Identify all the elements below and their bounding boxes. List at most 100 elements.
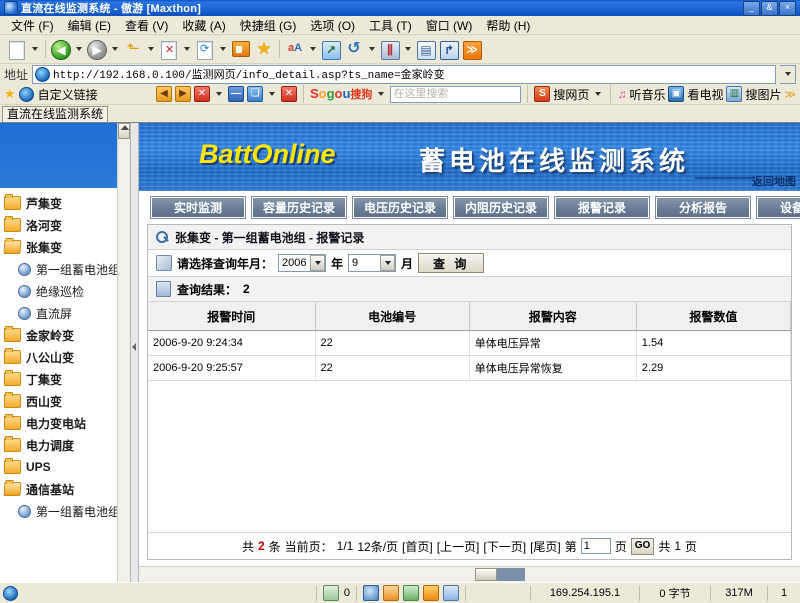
custom-links-label[interactable]: 自定义链接 [38, 86, 98, 103]
sidebar-item-bagongshanbian[interactable]: 八公山变 [4, 346, 130, 368]
home-button[interactable] [230, 37, 252, 61]
tab-device-params[interactable]: 设备参数 [757, 197, 800, 218]
minimize-button[interactable]: _ [743, 1, 760, 16]
back-to-map-link[interactable]: 返回地图 [752, 173, 796, 189]
minimize-tab-icon[interactable]: — [228, 86, 244, 102]
undo-dropdown-icon[interactable] [369, 47, 375, 51]
scrollbar-track[interactable] [139, 568, 800, 581]
listen-music-button[interactable]: 听音乐 [629, 86, 665, 103]
tab-alarm-records[interactable]: 报警记录 [555, 197, 649, 218]
search-image-button[interactable]: 搜图片 [745, 86, 781, 103]
menu-item-edit[interactable]: 编辑 (E) [61, 16, 118, 35]
next-page-link[interactable]: [下一页] [483, 538, 526, 555]
search-web-button[interactable]: 搜网页 [553, 86, 589, 103]
table-row[interactable]: 2006-9-20 9:24:34 22 单体电压异常 1.54 [148, 331, 791, 356]
chevron-down-icon[interactable] [380, 255, 395, 271]
menu-item-window[interactable]: 窗口 (W) [419, 16, 480, 35]
sidebar-item-insulation-patrol[interactable]: 绝缘巡检 [4, 280, 130, 302]
month-select[interactable]: 9 [348, 254, 396, 272]
go-button[interactable]: GO [631, 538, 655, 555]
new-page-dropdown-icon[interactable] [32, 47, 38, 51]
menu-item-favorites[interactable]: 收藏 (A) [175, 16, 232, 35]
table-row[interactable]: 2006-9-20 9:25:57 22 单体电压异常恢复 2.29 [148, 356, 791, 381]
more-tools-icon[interactable]: ≫ [784, 88, 796, 101]
up-button[interactable]: ⬑ [122, 37, 144, 61]
sidebar-item-battery-group-1-b[interactable]: 第一组蓄电池组 [4, 500, 130, 522]
close-tab-icon[interactable]: ✕ [194, 86, 210, 102]
reader-button[interactable]: ▤ [415, 37, 437, 61]
first-page-link[interactable]: [首页] [402, 538, 433, 555]
tab-resistance-history[interactable]: 内阻历史记录 [454, 197, 548, 218]
external-open-button[interactable]: ↱ [438, 37, 460, 61]
year-select[interactable]: 2006 [278, 254, 326, 272]
sogou-logo[interactable]: Sogou搜狗 [310, 86, 372, 102]
menu-item-help[interactable]: 帮助 (H) [479, 16, 537, 35]
menu-item-view[interactable]: 查看 (V) [118, 16, 175, 35]
close-button[interactable]: × [779, 1, 796, 16]
scrollbar-thumb[interactable] [475, 568, 497, 581]
restore-button[interactable]: & [761, 1, 778, 16]
tools-dropdown-icon[interactable] [405, 47, 411, 51]
forward-button[interactable]: ▶ [86, 37, 108, 61]
chevron-down-icon[interactable] [310, 255, 325, 271]
nav-forward-small-icon[interactable]: ▶ [175, 86, 191, 102]
menu-item-group[interactable]: 快捷组 (G) [233, 16, 304, 35]
query-submit-button[interactable]: 查 询 [418, 253, 484, 273]
stop-dropdown-icon[interactable] [184, 47, 190, 51]
stop-button[interactable]: ✕ [158, 37, 180, 61]
page-horizontal-scrollbar[interactable] [139, 566, 800, 582]
restore-tab-dropdown-icon[interactable] [269, 92, 275, 96]
translate-button[interactable]: aA [284, 37, 306, 61]
new-page-button[interactable] [6, 37, 28, 61]
sidebar-item-luohebian[interactable]: 洛河变 [4, 214, 130, 236]
menu-item-file[interactable]: 文件 (F) [4, 16, 61, 35]
sidebar-item-comm-base-station[interactable]: 通信基站 [4, 478, 130, 500]
up-dropdown-icon[interactable] [148, 47, 154, 51]
tab-capacity-history[interactable]: 容量历史记录 [252, 197, 346, 218]
close-tab-dropdown-icon[interactable] [216, 92, 222, 96]
sidebar-item-dc-panel[interactable]: 直流屏 [4, 302, 130, 324]
rss-button[interactable]: ≫ [461, 37, 483, 61]
sidebar-item-battery-group-1[interactable]: 第一组蓄电池组 [4, 258, 130, 280]
nav-back-small-icon[interactable]: ◀ [156, 86, 172, 102]
menu-item-tools[interactable]: 工具 (T) [362, 16, 419, 35]
back-dropdown-icon[interactable] [76, 47, 82, 51]
last-page-link[interactable]: [尾页] [530, 538, 561, 555]
favorites-button[interactable]: ★ [253, 37, 275, 61]
sidebar-item-power-dispatch[interactable]: 电力调度 [4, 434, 130, 456]
sidebar-item-zhangjibian[interactable]: 张集变 [4, 236, 130, 258]
sidebar-item-dingjibian[interactable]: 丁集变 [4, 368, 130, 390]
sidebar-item-jinjialingbian[interactable]: 金家岭变 [4, 324, 130, 346]
screen-capture-button[interactable]: ↗ [320, 37, 342, 61]
sogou-dropdown-icon[interactable] [378, 92, 384, 96]
tab-voltage-history[interactable]: 电压历史记录 [353, 197, 447, 218]
watch-tv-button[interactable]: 看电视 [687, 86, 723, 103]
favorites-star-small-icon[interactable]: ★ [4, 86, 16, 102]
forward-dropdown-icon[interactable] [112, 47, 118, 51]
prev-page-link[interactable]: [上一页] [437, 538, 480, 555]
restore-tab-icon[interactable]: ❏ [247, 86, 263, 102]
sidebar-item-xishanbian[interactable]: 西山变 [4, 390, 130, 412]
panel-splitter[interactable] [131, 123, 139, 582]
sidebar-item-power-substation[interactable]: 电力变电站 [4, 412, 130, 434]
address-dropdown-button[interactable] [780, 65, 796, 84]
translate-dropdown-icon[interactable] [310, 47, 316, 51]
search-input[interactable]: 在这里搜索 [390, 86, 521, 103]
sidebar-item-ups[interactable]: UPS [4, 456, 130, 478]
back-button[interactable]: ◀ [50, 37, 72, 61]
page-number-input[interactable]: 1 [581, 538, 611, 554]
close-all-icon[interactable]: ✕ [281, 86, 297, 102]
refresh-button[interactable]: ⟳ [194, 37, 216, 61]
tab-realtime-monitor[interactable]: 实时监测 [151, 197, 245, 218]
address-input[interactable]: http://192.168.0.100/监测网页/info_detail.as… [32, 65, 776, 84]
sidebar-scrollbar[interactable] [117, 123, 130, 582]
sidebar-scrollbar-thumb[interactable] [118, 123, 130, 139]
browser-tab-0[interactable]: 直流在线监测系统 [2, 106, 108, 122]
refresh-dropdown-icon[interactable] [220, 47, 226, 51]
search-web-dropdown-icon[interactable] [595, 92, 601, 96]
tab-analysis-report[interactable]: 分析报告 [656, 197, 750, 218]
undo-button[interactable]: ↺ [343, 37, 365, 61]
tools-button[interactable]: ⫼ [379, 37, 401, 61]
menu-item-options[interactable]: 选项 (O) [303, 16, 362, 35]
sidebar-item-lujibian[interactable]: 芦集变 [4, 192, 130, 214]
